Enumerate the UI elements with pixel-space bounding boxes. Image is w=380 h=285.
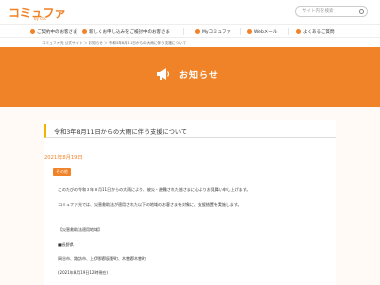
paragraph-intro: このたびの令和３年８月11日からの大雨により、被災・避難された皆さまに心よりお見… (58, 187, 251, 192)
nav-divider (288, 28, 289, 35)
paragraph-support: コミュファ光では、災害救助法が適用された以下の地域のお客さまを対象に、支援措置を… (58, 202, 242, 207)
megaphone-icon (157, 68, 170, 80)
nav-divider (240, 28, 241, 35)
nav-item-current-customers[interactable]: ご契約中のお客さま (30, 25, 78, 38)
heart-icon (195, 29, 200, 34)
nav-label: Webメール (254, 29, 278, 35)
nav-divider (76, 28, 77, 35)
mail-icon (247, 29, 252, 34)
article-date: 2021年8月19日 (44, 155, 83, 161)
page-title: お知らせ (179, 71, 219, 81)
search-input[interactable]: サイト内を検索 (295, 6, 368, 17)
nav-item-new-customers[interactable]: 新しくお申し込みをご検討中のお客さま (82, 25, 170, 38)
nav-item-my-commufa[interactable]: Myコミュファ (195, 25, 231, 38)
nav-item-webmail[interactable]: Webメール (247, 25, 277, 38)
question-icon (296, 29, 301, 34)
pencil-icon (82, 29, 87, 34)
nav-label: よくあるご質問 (303, 29, 335, 35)
page-hero: お知らせ (0, 47, 380, 107)
logo-subtext: by ctc (34, 16, 47, 21)
person-icon (30, 29, 35, 34)
search-icon[interactable] (359, 9, 364, 14)
breadcrumb[interactable]: コミュファ光 公式サイト ＞ お知らせ ＞ 令和3年8月11日からの大雨に伴う支… (42, 41, 186, 46)
site-logo[interactable]: コミュファ by ctc (8, 4, 66, 22)
category-badge: その他 (53, 168, 71, 176)
nav-label: 新しくお申し込みをご検討中のお客さま (89, 29, 170, 35)
timestamp-note: (2021年8月19日12時現在) (58, 270, 109, 275)
section-heading: 【災害救助法適用地域】 (58, 227, 102, 232)
article-title: 令和3年8月11日からの大雨に伴う支援について (54, 129, 188, 136)
nav-item-faq[interactable]: よくあるご質問 (296, 25, 335, 38)
nav-divider (183, 28, 184, 35)
search-placeholder: サイト内を検索 (302, 9, 334, 14)
nav-label: ご契約中のお客さま (37, 29, 78, 35)
nav-label: Myコミュファ (202, 29, 232, 35)
global-nav: ご契約中のお客さま 新しくお申し込みをご検討中のお客さま Myコミュファ Web… (0, 24, 380, 38)
cities-list: 岡谷市、諏訪市、上伊那郡辰野町、木曽郡木曽町 (58, 256, 146, 261)
site-header: コミュファ by ctc サイト内を検索 (0, 0, 380, 24)
prefecture-label: ■長野県 (58, 242, 74, 247)
